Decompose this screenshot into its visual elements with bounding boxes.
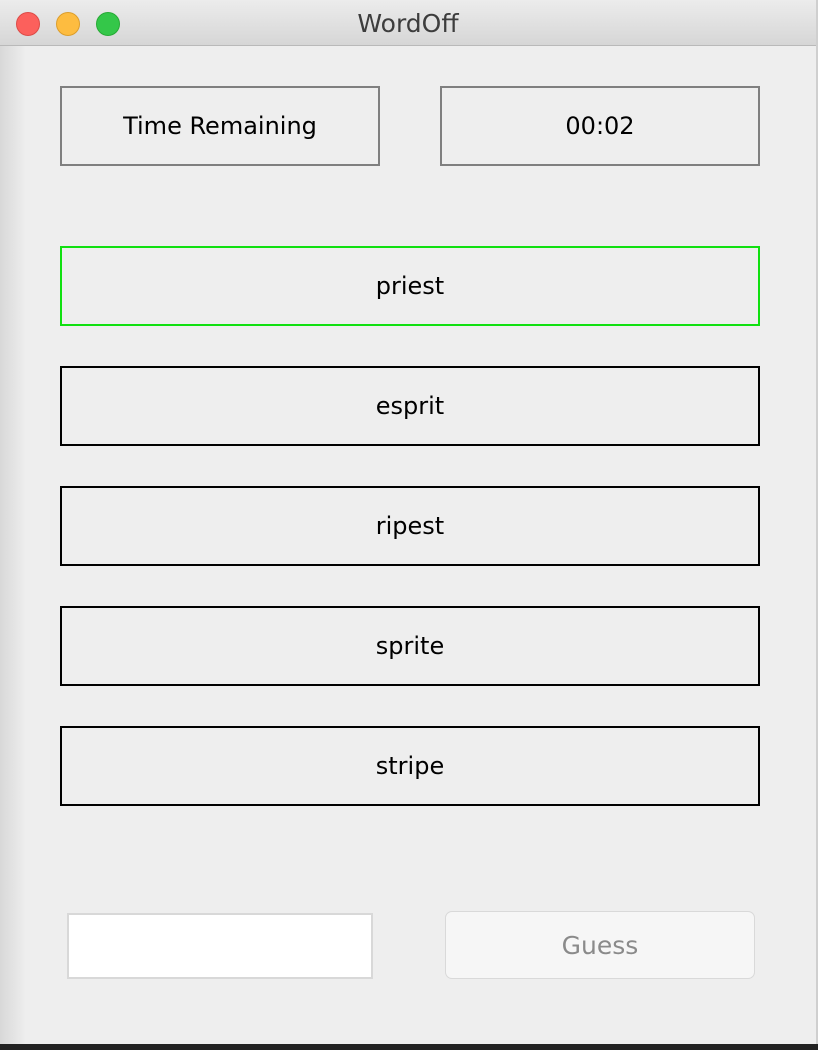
guess-button[interactable]: Guess: [445, 911, 755, 979]
desktop-background: [0, 1044, 818, 1050]
timer-display: 00:02: [440, 86, 760, 166]
word-box: sprite: [60, 606, 760, 686]
time-remaining-label: Time Remaining: [60, 86, 380, 166]
word-box-correct: priest: [60, 246, 760, 326]
guess-input[interactable]: [67, 913, 373, 979]
window-title: WordOff: [357, 9, 459, 38]
app-window: WordOff Time Remaining 00:02 priest espr…: [0, 0, 818, 1044]
title-bar[interactable]: WordOff: [0, 0, 816, 46]
word-box: esprit: [60, 366, 760, 446]
word-box: ripest: [60, 486, 760, 566]
word-box: stripe: [60, 726, 760, 806]
